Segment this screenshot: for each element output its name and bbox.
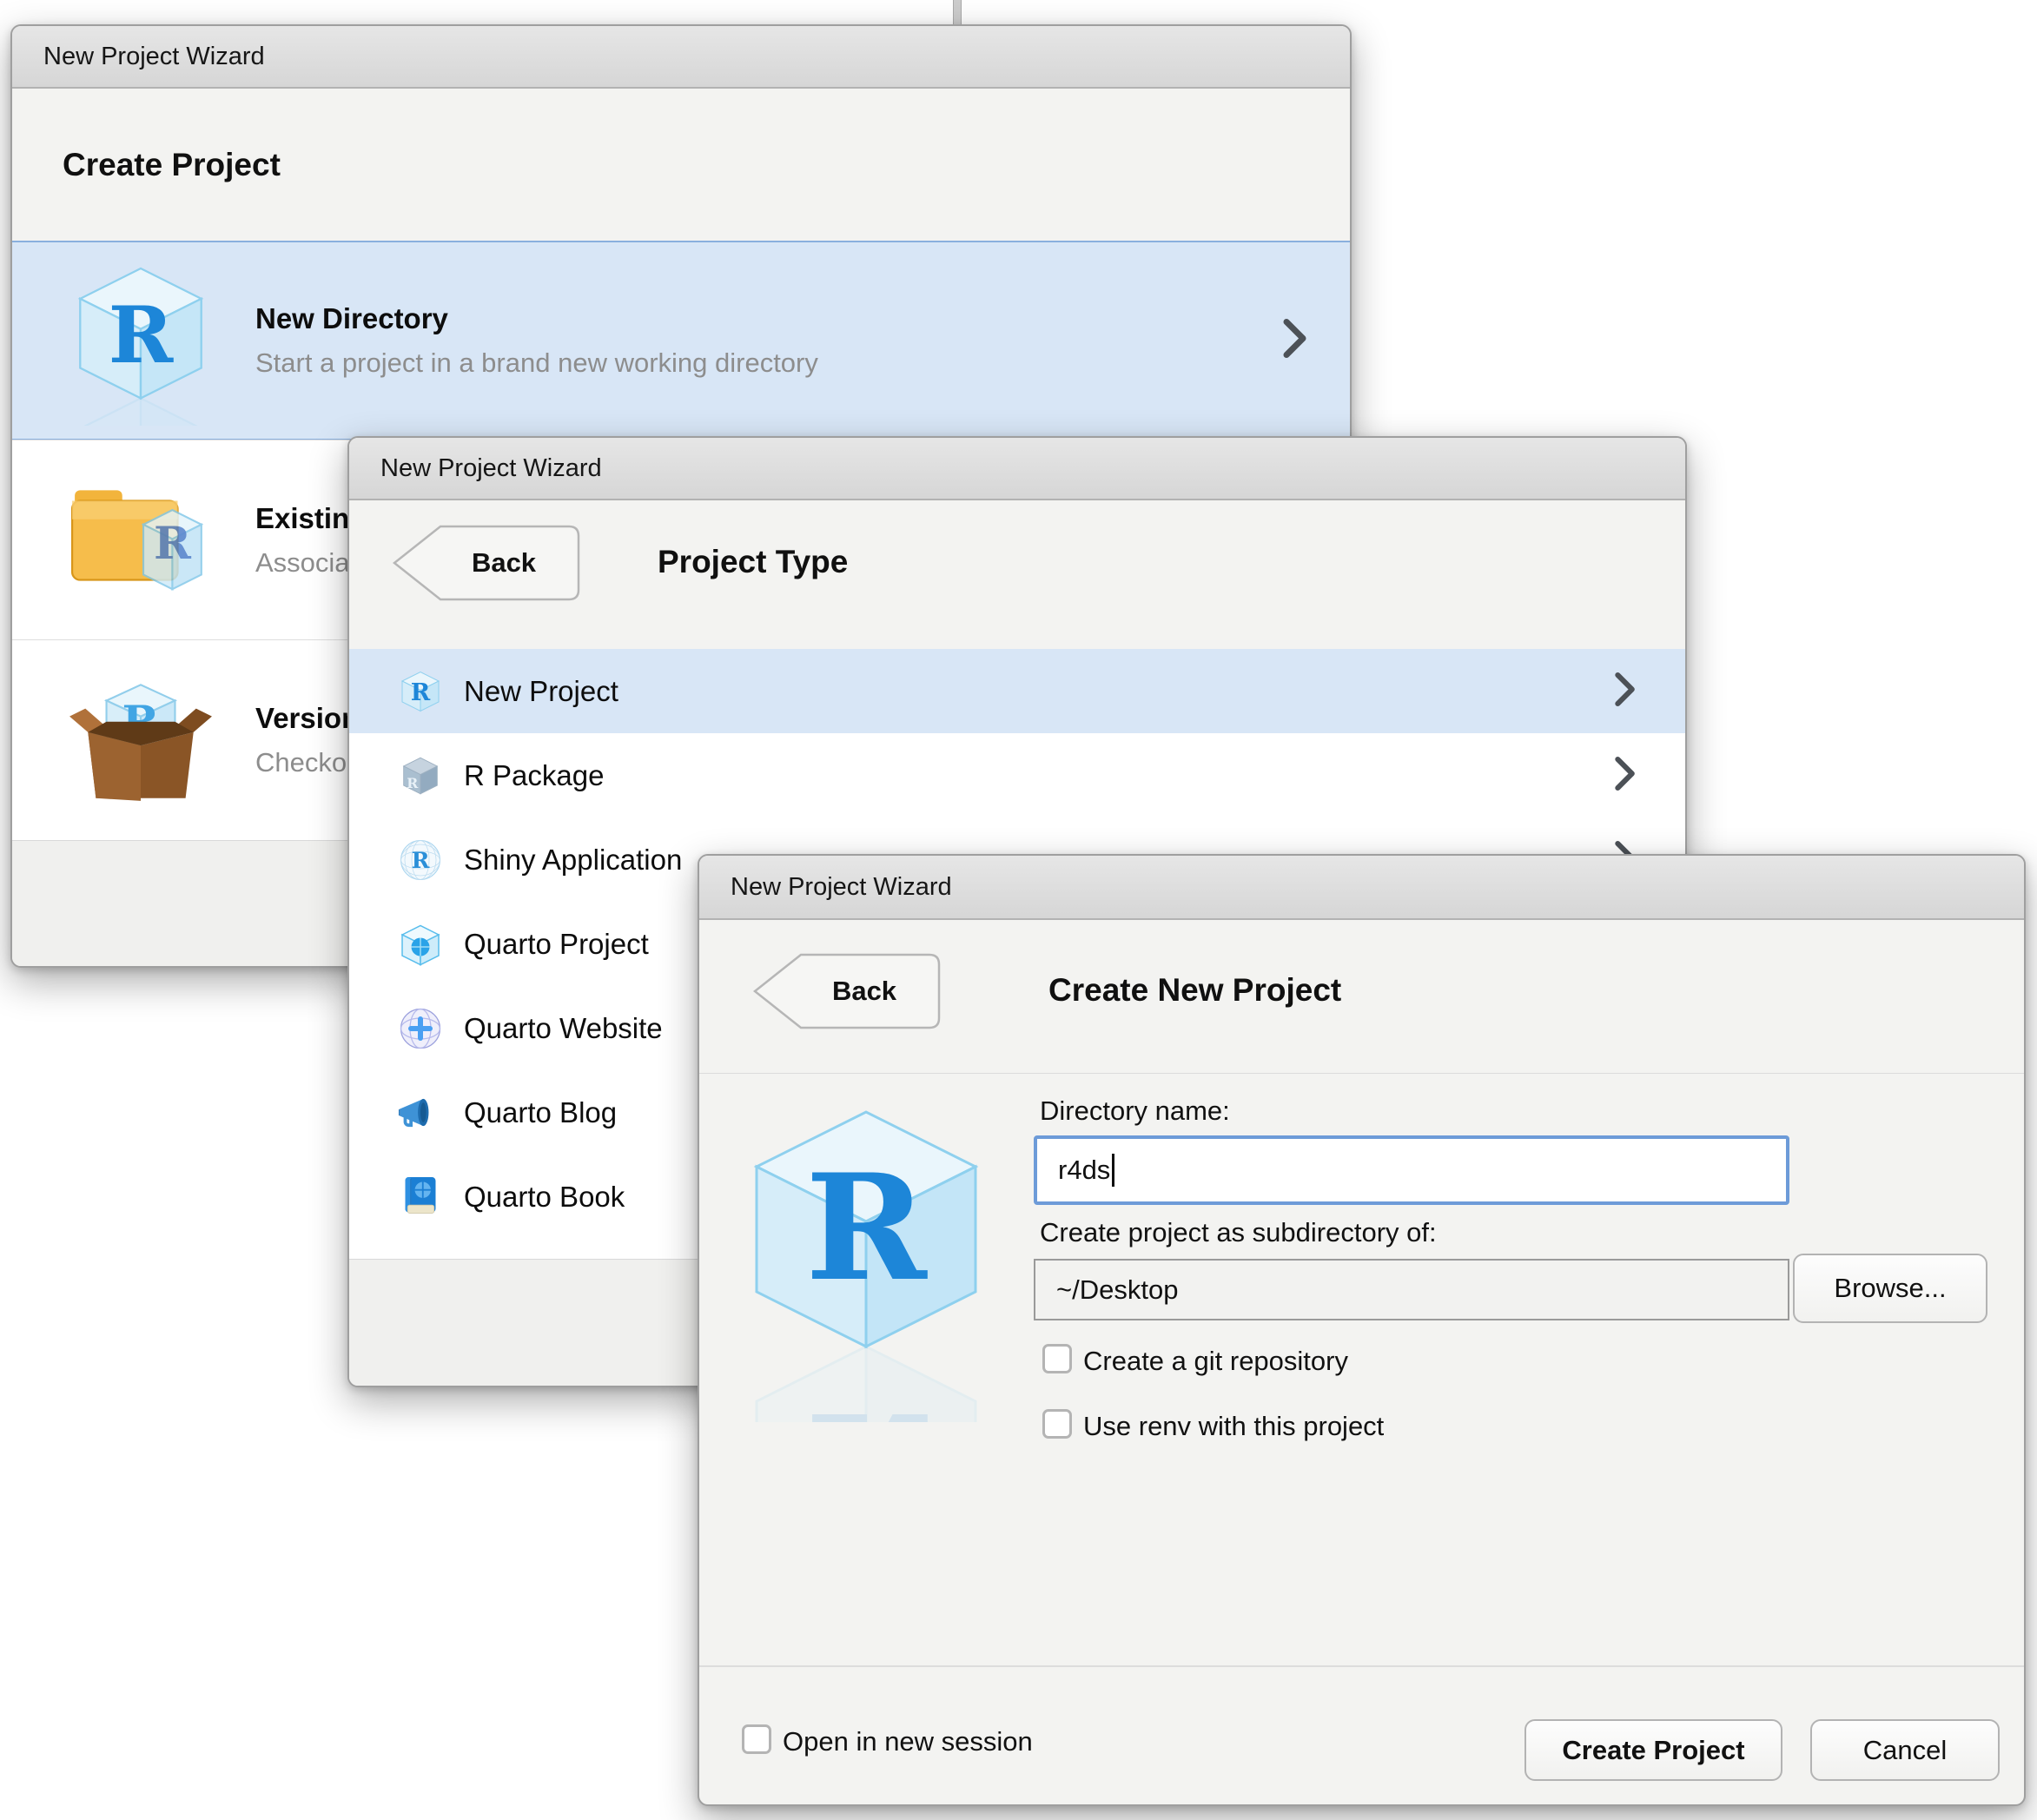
dialog1-title: New Project Wizard — [43, 42, 265, 70]
cancel-label: Cancel — [1862, 1734, 1948, 1765]
open-session-checkbox[interactable] — [742, 1724, 771, 1754]
text-caret — [1112, 1154, 1115, 1187]
git-repository-label: Create a git repository — [1083, 1346, 1348, 1376]
dialog2-titlebar: New Project Wizard — [349, 438, 1685, 500]
back-button-label: Back — [471, 547, 537, 578]
browse-button[interactable]: Browse... — [1793, 1254, 1987, 1323]
subdirectory-value: ~/Desktop — [1056, 1274, 1179, 1305]
r-cube-icon: R — [398, 668, 443, 715]
item-label: R Package — [464, 758, 605, 791]
dialog3-header-divider — [699, 1073, 2024, 1074]
item-label: Quarto Blog — [464, 1095, 618, 1128]
dialog3-titlebar: New Project Wizard — [699, 856, 2024, 920]
cancel-button[interactable]: Cancel — [1810, 1719, 2000, 1781]
item-label: Shiny Application — [464, 843, 683, 876]
svg-text:R: R — [412, 848, 430, 873]
row-title: New Directory — [255, 302, 448, 334]
renv-checkbox[interactable] — [1042, 1409, 1072, 1439]
shiny-icon: R — [398, 838, 443, 882]
directory-name-input[interactable]: r4ds — [1034, 1135, 1789, 1205]
subdirectory-input[interactable]: ~/Desktop — [1034, 1259, 1789, 1320]
dialog3-footer-divider — [699, 1665, 2024, 1667]
item-label: Quarto Website — [464, 1011, 663, 1044]
quarto-blog-icon — [398, 1093, 443, 1133]
svg-text:R: R — [411, 679, 431, 706]
directory-name-label: Directory name: — [1040, 1095, 1230, 1126]
new-project-wizard-dialog-3: New Project Wizard Back Create New Proje… — [698, 854, 2026, 1806]
dialog2-heading: Project Type — [658, 544, 849, 579]
create-project-label: Create Project — [1562, 1734, 1745, 1765]
screen: New Project Wizard Create Project R New … — [0, 0, 2037, 1820]
chevron-right-icon — [1614, 755, 1637, 796]
dialog3-title: New Project Wizard — [731, 872, 952, 901]
dialog3-heading: Create New Project — [1048, 972, 1342, 1008]
chevron-right-icon — [1614, 671, 1637, 711]
item-label: New Project — [464, 674, 618, 707]
item-new-project[interactable]: R New Project — [349, 649, 1685, 734]
svg-text:R: R — [109, 290, 175, 381]
renv-label: Use renv with this project — [1083, 1411, 1385, 1441]
row-new-directory[interactable]: R New Directory Start a project in a bra… — [12, 241, 1350, 440]
dialog1-titlebar: New Project Wizard — [12, 26, 1350, 89]
browse-button-label: Browse... — [1834, 1273, 1947, 1303]
quarto-project-icon — [398, 922, 443, 967]
r-package-icon: R — [398, 754, 443, 797]
box-r-icon: R — [66, 666, 215, 814]
directory-name-value: r4ds — [1058, 1155, 1111, 1185]
quarto-book-icon — [398, 1175, 443, 1219]
r-cube-icon: R — [66, 255, 215, 426]
chevron-right-icon — [1282, 318, 1308, 364]
svg-text:R: R — [805, 1142, 928, 1314]
folder-r-icon: R — [66, 467, 215, 614]
git-repository-checkbox[interactable] — [1042, 1344, 1072, 1373]
quarto-website-icon — [398, 1007, 443, 1050]
back-button[interactable]: Back — [388, 525, 581, 601]
back-button-label: Back — [831, 976, 897, 1006]
item-label: Quarto Project — [464, 927, 649, 960]
item-r-package[interactable]: R R Package — [349, 733, 1685, 818]
dialog2-title: New Project Wizard — [380, 453, 602, 482]
svg-text:R: R — [407, 774, 419, 791]
back-button[interactable]: Back — [749, 953, 942, 1029]
dialog1-header: Create Project — [12, 89, 1350, 241]
item-label: Quarto Book — [464, 1180, 625, 1213]
create-project-button[interactable]: Create Project — [1524, 1719, 1782, 1781]
subdirectory-label: Create project as subdirectory of: — [1040, 1217, 1437, 1248]
dialog1-heading: Create Project — [63, 146, 281, 182]
row-description: Start a project in a brand new working d… — [255, 347, 818, 378]
r-cube-icon: R — [736, 1089, 996, 1583]
svg-text:R: R — [154, 518, 192, 570]
open-session-label: Open in new session — [783, 1726, 1033, 1757]
